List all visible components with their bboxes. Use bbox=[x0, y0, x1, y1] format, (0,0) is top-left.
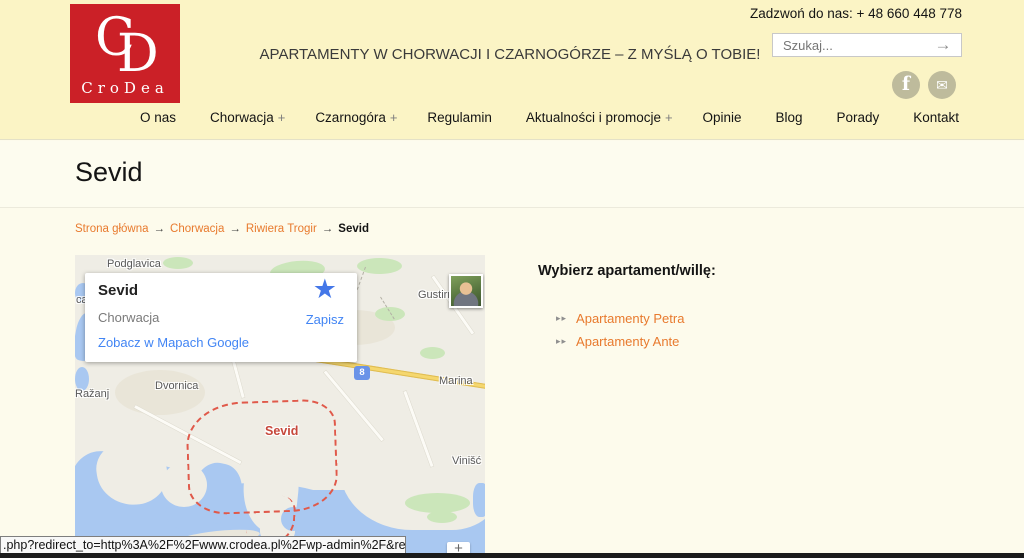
map-card-subtitle: Chorwacja bbox=[98, 310, 159, 325]
nav-item-kontakt[interactable]: Kontakt bbox=[913, 110, 963, 125]
nav-item-blog[interactable]: Blog bbox=[776, 110, 807, 125]
map-label-sevid: Sevid bbox=[265, 424, 298, 438]
map-label-marina: Marina bbox=[439, 375, 473, 387]
breadcrumb-chorwacja[interactable]: Chorwacja bbox=[170, 223, 224, 235]
phone-number: Zadzwoń do nas: + 48 660 448 778 bbox=[750, 6, 962, 21]
map-label-podglavica: Podglavica bbox=[107, 258, 161, 270]
link-apartamenty-ante[interactable]: Apartamenty Ante bbox=[576, 334, 679, 349]
plus-icon: + bbox=[390, 110, 398, 125]
nav-item-aktualnosci[interactable]: Aktualności i promocje+ bbox=[526, 110, 673, 125]
route-shield-8: 8 bbox=[354, 366, 370, 380]
breadcrumb: Strona główna→Chorwacja→Riwiera Trogir→S… bbox=[75, 223, 369, 235]
map-water-inlet bbox=[473, 483, 485, 517]
map-vegetation bbox=[427, 511, 457, 523]
site-header: Zadzwoń do nas: + 48 660 448 778 C D Cro… bbox=[0, 0, 1024, 140]
map-vegetation bbox=[163, 257, 193, 269]
arrow-right-icon: → bbox=[317, 223, 339, 235]
page-title: Sevid bbox=[75, 157, 143, 188]
facebook-icon[interactable]: f bbox=[892, 71, 920, 99]
map-card-title: Sevid bbox=[98, 282, 138, 299]
link-apartamenty-petra[interactable]: Apartamenty Petra bbox=[576, 311, 684, 326]
list-item: ▸▸ Apartamenty Ante bbox=[556, 333, 679, 349]
nav-item-chorwacja[interactable]: Chorwacja+ bbox=[210, 110, 285, 125]
list-item: ▸▸ Apartamenty Petra bbox=[556, 310, 684, 326]
nav-item-regulamin[interactable]: Regulamin bbox=[427, 110, 496, 125]
map-info-card: Sevid Chorwacja Zobacz w Mapach Google ★… bbox=[85, 273, 357, 362]
map-vegetation bbox=[405, 493, 470, 513]
open-in-google-maps-link[interactable]: Zobacz w Mapach Google bbox=[98, 335, 249, 350]
map-label-vinisc: Vinišć bbox=[452, 455, 481, 467]
site-tagline: APARTAMENTY W CHORWACJI I CZARNOGÓRZE – … bbox=[240, 46, 780, 63]
breadcrumb-current: Sevid bbox=[338, 223, 369, 235]
bottom-edge-bar bbox=[0, 553, 1024, 558]
site-logo[interactable]: C D CroDea bbox=[70, 4, 180, 103]
nav-item-opinie[interactable]: Opinie bbox=[703, 110, 746, 125]
google-map-embed[interactable]: 8 Podglavica ca Gustirna Marina Dvornica… bbox=[75, 255, 485, 558]
plus-icon: + bbox=[665, 110, 673, 125]
map-label-razanj: Ražanj bbox=[75, 388, 109, 400]
double-arrow-icon: ▸▸ bbox=[556, 313, 567, 323]
arrow-right-icon: → bbox=[149, 223, 171, 235]
email-icon[interactable]: ✉ bbox=[928, 71, 956, 99]
nav-item-czarnogora[interactable]: Czarnogóra+ bbox=[315, 110, 397, 125]
page: Zadzwoń do nas: + 48 660 448 778 C D Cro… bbox=[0, 0, 1024, 558]
search-input[interactable] bbox=[783, 36, 928, 54]
search-submit-button[interactable]: → bbox=[931, 34, 955, 56]
breadcrumb-home[interactable]: Strona główna bbox=[75, 223, 149, 235]
map-photo-thumbnail[interactable] bbox=[449, 274, 483, 308]
breadcrumb-riwiera-trogir[interactable]: Riwiera Trogir bbox=[246, 223, 317, 235]
plus-icon: + bbox=[278, 110, 286, 125]
logo-text: CroDea bbox=[70, 79, 180, 97]
map-terrain bbox=[115, 370, 205, 415]
main-nav: O nas Chorwacja+ Czarnogóra+ Regulamin A… bbox=[140, 110, 963, 125]
logo-monogram-d: D bbox=[117, 28, 159, 80]
map-vegetation bbox=[420, 347, 445, 359]
save-place-button[interactable]: Zapisz bbox=[306, 312, 344, 327]
choose-apartment-heading: Wybierz apartament/willę: bbox=[538, 263, 716, 279]
nav-item-porady[interactable]: Porady bbox=[836, 110, 883, 125]
star-icon[interactable]: ★ bbox=[313, 274, 337, 305]
search-box: → bbox=[772, 33, 962, 57]
arrow-right-icon: → bbox=[224, 223, 246, 235]
title-bar: Sevid bbox=[0, 141, 1024, 208]
double-arrow-icon: ▸▸ bbox=[556, 336, 567, 346]
arrow-right-icon: → bbox=[935, 35, 952, 54]
nav-item-o-nas[interactable]: O nas bbox=[140, 110, 180, 125]
map-label-dvornica: Dvornica bbox=[155, 380, 198, 392]
